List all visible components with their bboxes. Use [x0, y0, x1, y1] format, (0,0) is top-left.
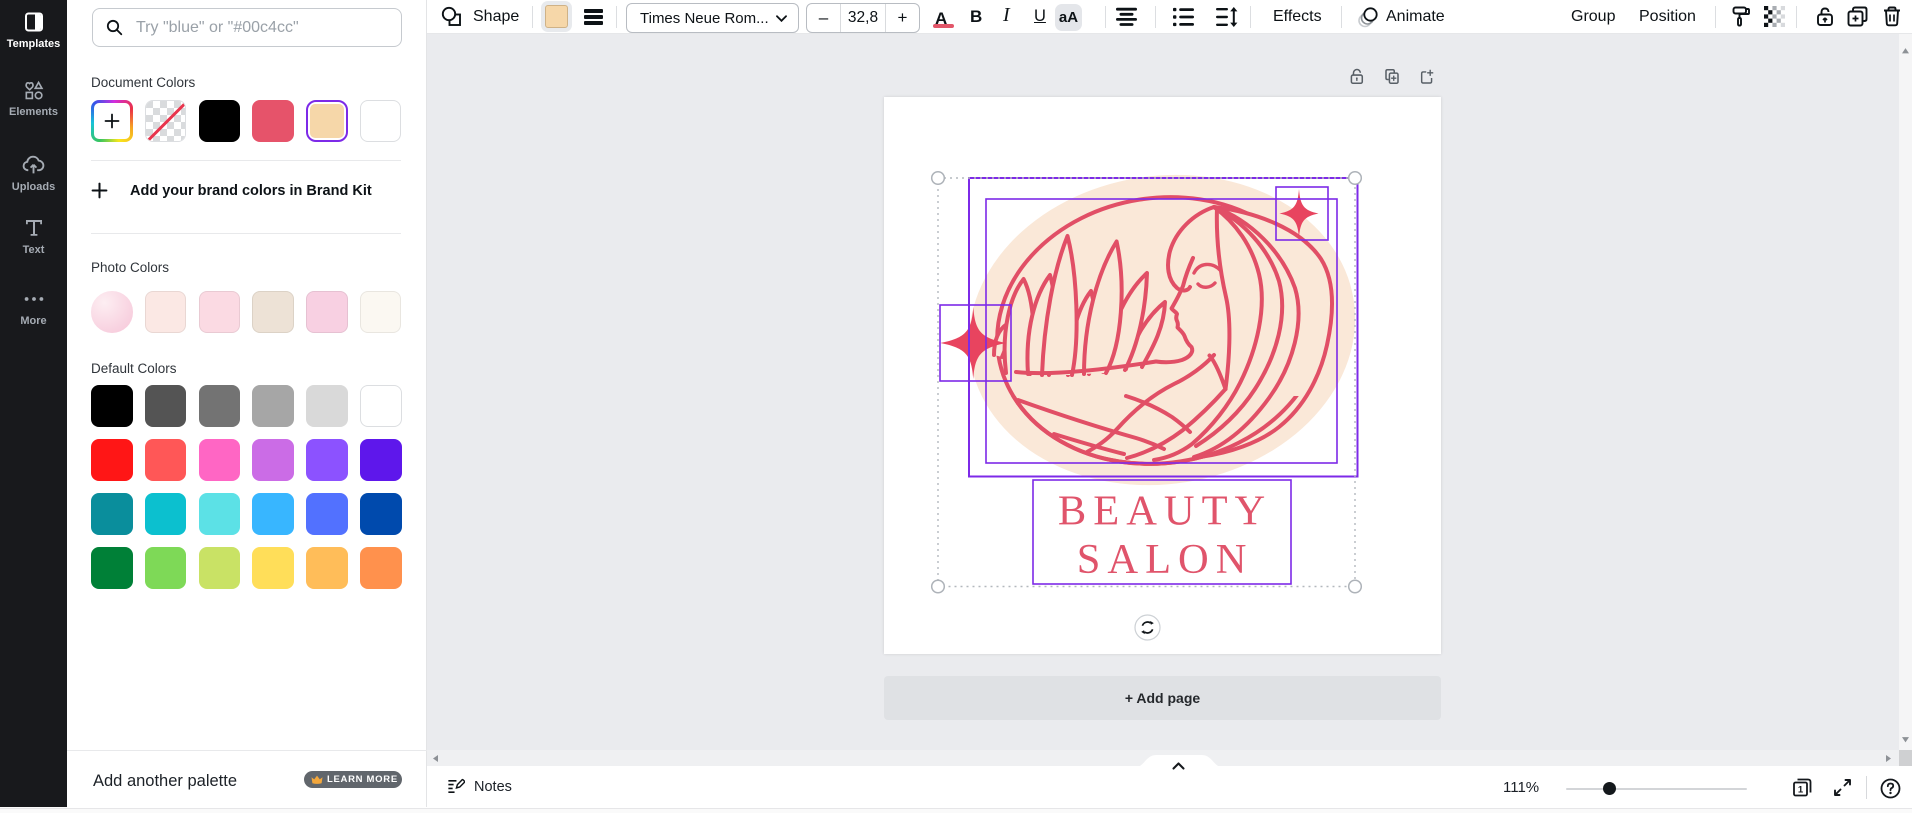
svg-text:BEAUTY: BEAUTY [1058, 488, 1272, 535]
svg-text:1: 1 [1798, 785, 1804, 796]
svg-text:SALON: SALON [1077, 536, 1254, 583]
